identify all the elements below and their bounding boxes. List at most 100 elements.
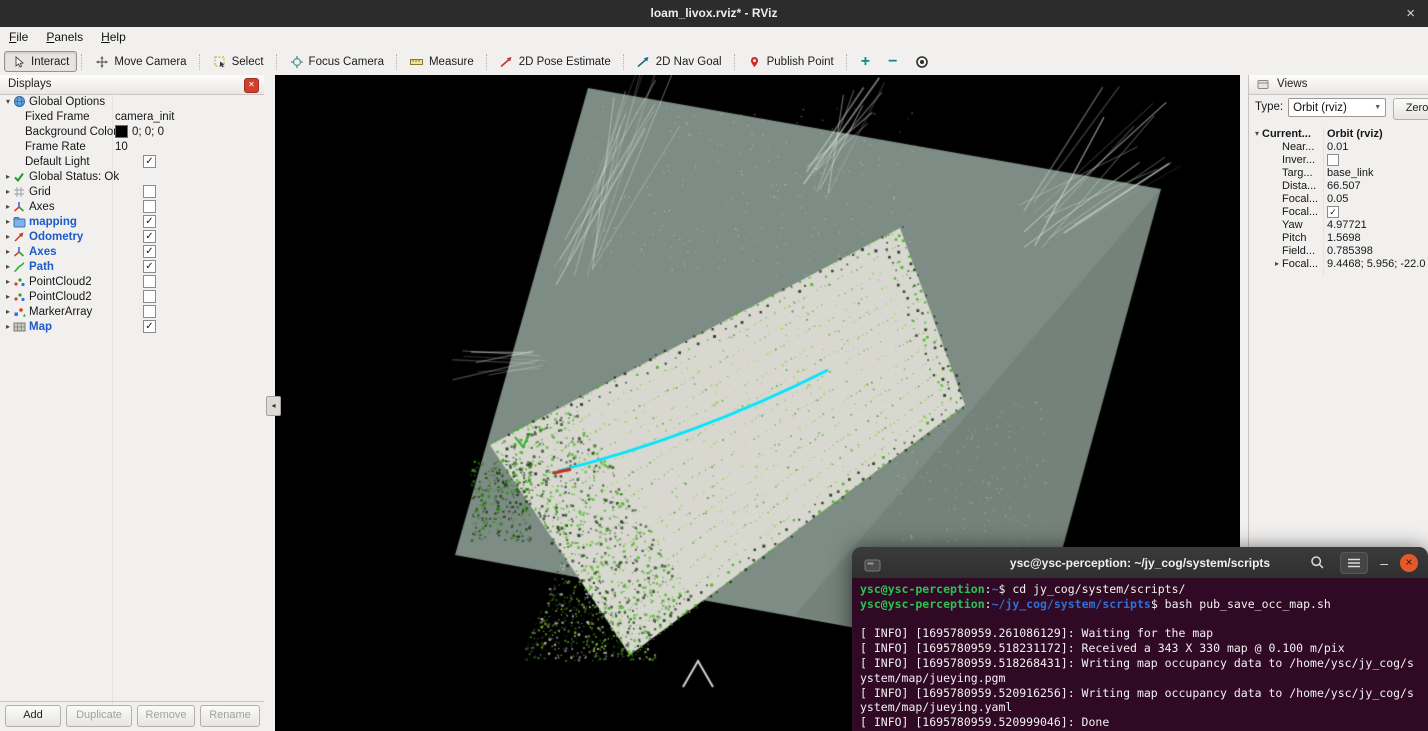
expander-icon[interactable]: ▸: [3, 172, 13, 181]
display-row-pointcloud2[interactable]: ▸PointCloud2: [0, 289, 264, 304]
add-button[interactable]: Add: [5, 705, 61, 727]
checkbox[interactable]: ✓: [1327, 206, 1339, 218]
expander-icon[interactable]: ▸: [3, 247, 13, 256]
view-row-targ[interactable]: Targ...base_link: [1249, 166, 1428, 179]
splitter-collapse-handle[interactable]: ◂: [266, 396, 281, 416]
expander-icon[interactable]: ▸: [3, 292, 13, 301]
display-row-map[interactable]: ▸Map✓: [0, 319, 264, 334]
expander-icon[interactable]: ▸: [3, 232, 13, 241]
expander-icon[interactable]: ▸: [3, 307, 13, 316]
view-row-yaw[interactable]: Yaw4.97721: [1249, 218, 1428, 231]
row-value[interactable]: 0.05: [1327, 192, 1348, 205]
tool-focus-camera[interactable]: Focus Camera: [282, 51, 392, 72]
display-row-default-light[interactable]: Default Light✓: [0, 154, 264, 169]
display-row-frame-rate[interactable]: Frame Rate10: [0, 139, 264, 154]
display-row-mapping[interactable]: ▸mapping✓: [0, 214, 264, 229]
checkbox[interactable]: ✓: [143, 260, 156, 273]
row-label: Axes: [29, 246, 57, 258]
terminal-tab-icon[interactable]: [861, 554, 883, 576]
search-icon[interactable]: [1306, 552, 1328, 574]
window-close-button[interactable]: ×: [1406, 0, 1415, 27]
panel-close-icon[interactable]: ✕: [244, 78, 259, 93]
view-row-inver[interactable]: Inver...: [1249, 153, 1428, 166]
render-settings-button[interactable]: [906, 55, 938, 69]
view-type-dropdown[interactable]: Orbit (rviz) ▼: [1288, 98, 1386, 117]
display-row-axes[interactable]: ▸Axes: [0, 199, 264, 214]
view-row-field[interactable]: Field...0.785398: [1249, 244, 1428, 257]
tool-select[interactable]: Select: [205, 51, 272, 72]
terminal-output[interactable]: ysc@ysc-perception:~$ cd jy_cog/system/s…: [852, 578, 1428, 731]
checkbox[interactable]: ✓: [143, 320, 156, 333]
expander-icon[interactable]: ▸: [3, 187, 13, 196]
expander-icon[interactable]: ▸: [1272, 259, 1282, 268]
tool-move-camera[interactable]: Move Camera: [87, 51, 194, 72]
view-row-focal[interactable]: ▸Focal...9.4468; 5.956; -22.0: [1249, 257, 1428, 270]
display-row-markerarray[interactable]: ▸MarkerArray: [0, 304, 264, 319]
expander-icon[interactable]: ▸: [3, 322, 13, 331]
checkbox[interactable]: [143, 290, 156, 303]
view-row-pitch[interactable]: Pitch1.5698: [1249, 231, 1428, 244]
row-value[interactable]: 1.5698: [1327, 231, 1361, 244]
menu-help[interactable]: Help: [92, 27, 135, 44]
row-value[interactable]: base_link: [1327, 166, 1373, 179]
zero-button[interactable]: Zero: [1393, 98, 1428, 120]
display-row-global-status-ok[interactable]: ▸Global Status: Ok: [0, 169, 264, 184]
display-row-fixed-frame[interactable]: Fixed Framecamera_init: [0, 109, 264, 124]
global-options-icon: [13, 95, 29, 108]
display-row-grid[interactable]: ▸Grid: [0, 184, 264, 199]
row-value[interactable]: 9.4468; 5.956; -22.0: [1327, 257, 1425, 270]
row-value[interactable]: 4.97721: [1327, 218, 1367, 231]
view-row-focal[interactable]: Focal...0.05: [1249, 192, 1428, 205]
row-value[interactable]: 10: [115, 139, 128, 154]
display-row-pointcloud2[interactable]: ▸PointCloud2: [0, 274, 264, 289]
menu-panels[interactable]: Panels: [37, 27, 92, 44]
toolbar-separator: [396, 54, 398, 70]
window-titlebar[interactable]: loam_livox.rviz* - RViz ×: [0, 0, 1428, 27]
checkbox[interactable]: ✓: [143, 245, 156, 258]
view-row-focal[interactable]: Focal...✓: [1249, 205, 1428, 218]
expander-icon[interactable]: ▸: [3, 202, 13, 211]
displays-panel-header[interactable]: Displays ✕: [0, 75, 264, 95]
checkbox[interactable]: [143, 200, 156, 213]
view-row-dista[interactable]: Dista...66.507: [1249, 179, 1428, 192]
tool-2d-pose-estimate[interactable]: 2D Pose Estimate: [492, 51, 619, 72]
display-row-path[interactable]: ▸Path✓: [0, 259, 264, 274]
row-value[interactable]: 0; 0; 0: [115, 124, 164, 139]
tool-2d-nav-goal[interactable]: 2D Nav Goal: [629, 51, 730, 72]
expander-icon[interactable]: ▸: [3, 277, 13, 286]
checkbox[interactable]: [143, 305, 156, 318]
expander-icon[interactable]: ▸: [3, 217, 13, 226]
display-row-axes[interactable]: ▸ Axes ✓: [0, 244, 264, 259]
view-row-near[interactable]: Near...0.01: [1249, 140, 1428, 153]
views-panel-header[interactable]: Views: [1249, 75, 1428, 95]
zoom-out-button[interactable]: −: [879, 53, 906, 71]
terminal-window[interactable]: ysc@ysc-perception: ~/jy_cog/system/scri…: [852, 547, 1428, 731]
display-row-global-options[interactable]: ▾Global Options: [0, 94, 264, 109]
menu-file[interactable]: File: [0, 27, 37, 44]
view-row-current[interactable]: ▾Current...Orbit (rviz): [1249, 127, 1428, 140]
row-value[interactable]: 0.01: [1327, 140, 1348, 153]
display-row-odometry[interactable]: ▸Odometry✓: [0, 229, 264, 244]
tool-measure[interactable]: Measure: [402, 51, 482, 72]
checkbox[interactable]: [143, 185, 156, 198]
row-value[interactable]: camera_init: [115, 109, 174, 124]
hamburger-menu-icon[interactable]: [1340, 552, 1368, 574]
checkbox[interactable]: ✓: [143, 230, 156, 243]
checkbox[interactable]: [143, 275, 156, 288]
minimize-button[interactable]: –: [1380, 555, 1388, 571]
zoom-in-button[interactable]: +: [852, 53, 879, 71]
row-value[interactable]: 0.785398: [1327, 244, 1373, 257]
close-button[interactable]: ×: [1400, 554, 1418, 572]
tool-publish-point[interactable]: Publish Point: [740, 51, 842, 72]
expander-icon[interactable]: ▾: [3, 97, 13, 106]
checkbox[interactable]: [1327, 154, 1339, 166]
expander-icon[interactable]: ▸: [3, 262, 13, 271]
display-row-background-color[interactable]: Background Color0; 0; 0: [0, 124, 264, 139]
row-value[interactable]: 66.507: [1327, 179, 1361, 192]
tool-interact[interactable]: Interact: [4, 51, 77, 72]
expander-icon[interactable]: ▾: [1252, 129, 1262, 138]
checkbox[interactable]: ✓: [143, 215, 156, 228]
terminal-titlebar[interactable]: ysc@ysc-perception: ~/jy_cog/system/scri…: [852, 547, 1428, 579]
checkbox[interactable]: ✓: [143, 155, 156, 168]
row-value[interactable]: Orbit (rviz): [1327, 127, 1383, 140]
